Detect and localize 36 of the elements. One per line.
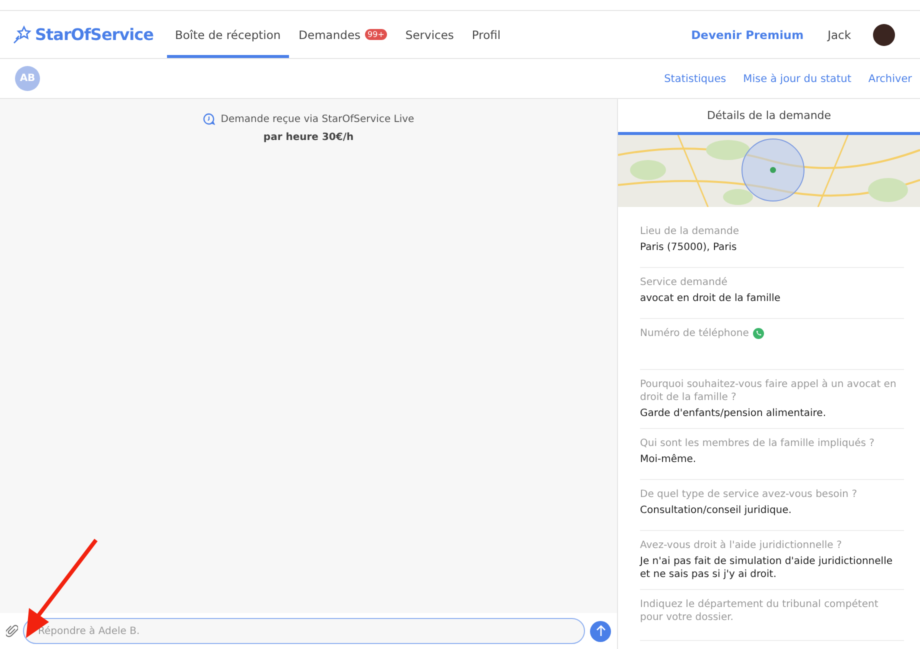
field-label: Lieu de la demande: [640, 225, 739, 238]
field-value: Moi-même.: [640, 453, 698, 466]
count-badge: 99+: [364, 29, 388, 40]
price-text: par heure 30€/h: [263, 132, 354, 143]
brand-logo[interactable]: StarOfService: [35, 25, 154, 44]
nav-tab[interactable]: Demandes 99+: [290, 11, 396, 58]
user-name[interactable]: Jack: [828, 11, 851, 58]
nav-tab[interactable]: Services: [397, 11, 462, 58]
action-link[interactable]: Mise à jour du statut: [743, 72, 852, 84]
field-label: Service demandé: [640, 276, 728, 289]
field-label: Indiquez le département du tribunal compétent pour votre dossier.: [640, 598, 880, 624]
nav-tab[interactable]: Profil: [464, 11, 509, 58]
field-label: Qui sont les membres de la famille impliqués ?: [640, 437, 874, 450]
send-button[interactable]: [590, 620, 611, 642]
field-value: Je n'ai pas fait de simulation d'aide juridictionnelle et ne sais pas si j'y ai droit.: [640, 555, 894, 581]
reply-field[interactable]: Répondre à Adele B.: [23, 618, 585, 644]
field-value: Garde d'enfants/pension alimentaire.: [640, 407, 827, 420]
arrow-up-icon: [596, 625, 606, 637]
field-value: Consultation/conseil juridique.: [640, 504, 793, 517]
contact-avatar: AB: [15, 66, 40, 91]
phone-icon[interactable]: [752, 328, 764, 339]
action-link[interactable]: Statistiques: [664, 72, 726, 84]
field-value: avocat en droit de la famille: [640, 292, 782, 305]
field-label: Pourquoi souhaitez-vous faire appel à un avocat en droit de la famille ?: [640, 378, 898, 404]
paperclip-icon[interactable]: [6, 624, 18, 638]
chat-bubble-icon: [202, 113, 215, 125]
notice-text: Demande reçue via StarOfService Live: [220, 114, 414, 124]
user-avatar[interactable]: [873, 24, 895, 46]
premium-link[interactable]: Devenir Premium: [691, 11, 804, 58]
field-value: Paris (75000), Paris: [640, 241, 738, 254]
shooting-star-icon: [12, 24, 32, 44]
field-label: Avez-vous droit à l'aide juridictionnelle ?: [640, 539, 842, 552]
nav-tab[interactable]: Boîte de réception: [167, 11, 289, 58]
field-label: Numéro de téléphone: [640, 327, 749, 340]
action-link[interactable]: Archiver: [868, 72, 912, 84]
field-label: De quel type de service avez-vous besoin ?: [640, 488, 858, 501]
